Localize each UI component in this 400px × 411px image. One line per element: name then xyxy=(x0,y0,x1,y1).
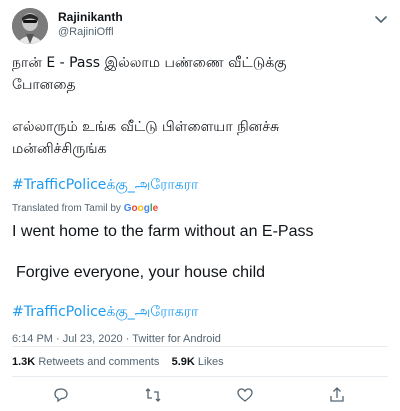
user-handle[interactable]: @RajiniOffl xyxy=(58,25,123,40)
tweet-actions xyxy=(12,386,388,406)
reply-icon[interactable] xyxy=(52,386,70,404)
divider xyxy=(12,346,388,347)
display-name[interactable]: Rajinikanth xyxy=(58,10,123,25)
tamil-text: போனதை xyxy=(12,77,76,93)
tweet-tamil-line-4: மன்னிச்சிருங்க xyxy=(12,138,388,160)
tweet-tamil-line-1: நான் E - Pass இல்லாம பண்ணை வீட்டுக்கு xyxy=(12,52,388,74)
divider xyxy=(12,376,388,377)
hashtag-text[interactable]: #TrafficPoliceக்கு_அரோகரா xyxy=(12,304,198,320)
hashtag-text[interactable]: #TrafficPoliceக்கு_அரோகரா xyxy=(12,177,198,193)
tweet-stats: 1.3K Retweets and comments 5.9K Likes xyxy=(12,356,224,368)
tweet-tamil-line-2: போனதை xyxy=(12,74,388,96)
avatar-photo xyxy=(12,8,48,44)
tweet-meta: 6:14 PM · Jul 23, 2020 · Twitter for And… xyxy=(12,333,388,345)
tamil-text: மன்னிச்சிருங்க xyxy=(12,141,107,157)
likes-stat[interactable]: 5.9K Likes xyxy=(172,356,224,368)
tweet-timestamp[interactable]: 6:14 PM · Jul 23, 2020 · xyxy=(12,333,132,345)
tweet-tamil-line-3: எல்லாரும் உங்க வீட்டு பிள்ளையா நினச்சு xyxy=(12,116,388,138)
heart-icon[interactable] xyxy=(236,386,254,404)
share-icon[interactable] xyxy=(328,386,346,404)
translation-attribution: Translated from Tamil by Google xyxy=(12,202,388,215)
tamil-text: நான் E - Pass இல்லாம பண்ணை வீட்டுக்கு xyxy=(12,55,287,71)
tweet-source[interactable]: Twitter for Android xyxy=(132,333,221,345)
user-names: Rajinikanth @RajiniOffl xyxy=(58,10,123,40)
google-logo: Google xyxy=(123,203,159,214)
retweet-icon[interactable] xyxy=(144,386,162,404)
chevron-down-icon[interactable] xyxy=(374,12,388,24)
tweet-header: Rajinikanth @RajiniOffl xyxy=(12,8,388,48)
translated-prefix: Translated from Tamil by xyxy=(12,203,121,214)
tweet-content: நான் E - Pass இல்லாம பண்ணை வீட்டுக்கு போ… xyxy=(12,52,388,345)
tamil-text: எல்லாரும் உங்க வீட்டு பிள்ளையா நினச்சு xyxy=(12,119,280,135)
translated-line-1: I went home to the farm without an E-Pas… xyxy=(12,223,314,240)
avatar[interactable] xyxy=(12,8,48,44)
translated-line-2: Forgive everyone, your house child xyxy=(16,264,266,281)
translated-hashtag-link[interactable]: #TrafficPoliceக்கு_அரோகரா xyxy=(12,301,388,323)
hashtag-link[interactable]: #TrafficPoliceக்கு_அரோகரா xyxy=(12,174,388,196)
retweets-stat[interactable]: 1.3K Retweets and comments xyxy=(12,356,159,368)
